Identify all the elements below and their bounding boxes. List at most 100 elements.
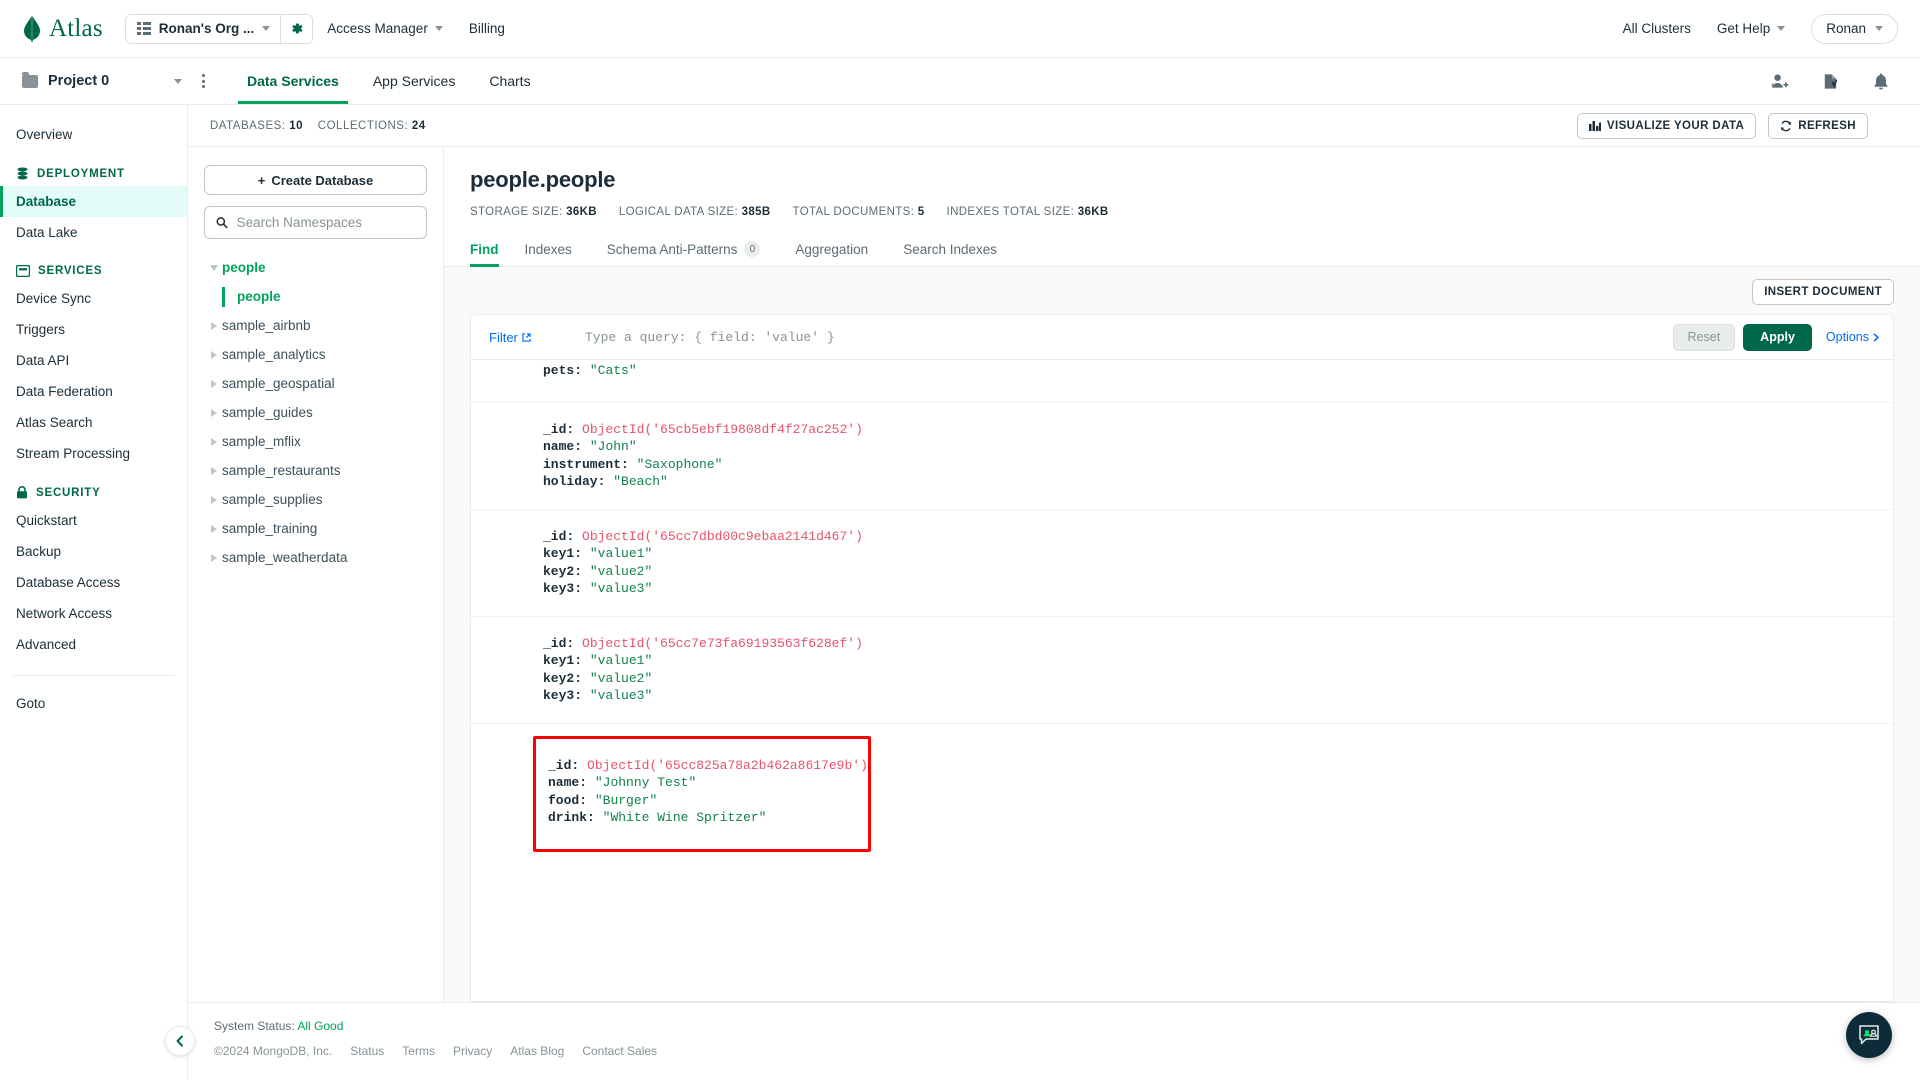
sidebar-collapse-button[interactable]	[165, 1026, 195, 1056]
tab-search-indexes[interactable]: Search Indexes	[903, 232, 1014, 266]
field-value: "John"	[589, 439, 637, 454]
filter-label-link[interactable]: Filter	[489, 330, 567, 345]
chevron-right-icon[interactable]	[206, 408, 222, 417]
nav-access-manager[interactable]: Access Manager	[327, 21, 443, 36]
field-key: key2	[543, 563, 575, 579]
tree-database-sample-analytics[interactable]: sample_analytics	[204, 340, 427, 369]
org-name-label: Ronan's Org ...	[158, 21, 255, 36]
chevron-right-icon[interactable]	[206, 437, 222, 446]
document-field: food: "Burger"	[548, 792, 658, 808]
project-header-bar: Project 0 Data Services App Services Cha…	[0, 58, 1920, 105]
tree-database-sample-restaurants[interactable]: sample_restaurants	[204, 456, 427, 485]
sidebar-item-overview[interactable]: Overview	[0, 119, 187, 150]
user-menu-button[interactable]: Ronan	[1811, 13, 1898, 44]
apply-button[interactable]: Apply	[1743, 323, 1812, 351]
org-settings-button[interactable]	[280, 14, 313, 43]
query-input[interactable]	[567, 329, 1673, 345]
project-selector[interactable]: Project 0	[22, 71, 182, 89]
nav-all-clusters[interactable]: All Clusters	[1623, 21, 1691, 36]
tab-find[interactable]: Find	[470, 232, 507, 267]
chevron-down-icon	[174, 78, 182, 84]
atlas-logo[interactable]: Atlas	[22, 15, 103, 43]
document-row-highlighted[interactable]: _id: ObjectId('65cc825a78a2b462a8617e9b'…	[533, 735, 871, 852]
sidebar-item-data-api[interactable]: Data API	[0, 345, 187, 376]
chevron-right-icon[interactable]	[206, 466, 222, 475]
database-icon	[17, 167, 28, 180]
tree-database-sample-supplies[interactable]: sample_supplies	[204, 485, 427, 514]
document-field: _id: ObjectId('65cc7dbd00c9ebaa2141d467'…	[543, 528, 863, 544]
sidebar-item-data-lake[interactable]: Data Lake	[0, 217, 187, 248]
sidebar-item-stream-processing[interactable]: Stream Processing	[0, 438, 187, 469]
chevron-right-icon[interactable]	[206, 379, 222, 388]
sidebar-item-atlas-search[interactable]: Atlas Search	[0, 407, 187, 438]
sidebar-item-goto[interactable]: Goto	[0, 688, 187, 719]
footer-link-privacy[interactable]: Privacy	[453, 1044, 492, 1058]
project-menu-button[interactable]	[190, 74, 216, 88]
tree-database-sample-training[interactable]: sample_training	[204, 514, 427, 543]
sidebar-item-advanced[interactable]: Advanced	[0, 629, 187, 660]
chevron-right-icon[interactable]	[206, 350, 222, 359]
footer-link-status[interactable]: Status	[350, 1044, 384, 1058]
visualize-data-button[interactable]: VISUALIZE YOUR DATA	[1576, 112, 1757, 139]
chat-support-button[interactable]	[1846, 1012, 1892, 1058]
tab-data-services[interactable]: Data Services	[230, 58, 356, 104]
sidebar-item-database-access[interactable]: Database Access	[0, 567, 187, 598]
tree-database-sample-mflix[interactable]: sample_mflix	[204, 427, 427, 456]
reset-button[interactable]: Reset	[1672, 323, 1736, 351]
tab-charts[interactable]: Charts	[472, 58, 547, 104]
footer-link-contact-sales[interactable]: Contact Sales	[582, 1044, 657, 1058]
field-key: _id	[543, 528, 567, 544]
org-selector-main[interactable]: Ronan's Org ...	[126, 15, 280, 43]
footer-link-atlas-blog[interactable]: Atlas Blog	[510, 1044, 564, 1058]
search-namespaces-wrapper[interactable]	[204, 206, 427, 239]
document-row[interactable]: _id: ObjectId('65cc7e73fa69193563f628ef'…	[471, 617, 1893, 724]
footer-link-terms[interactable]: Terms	[402, 1044, 435, 1058]
tab-indexes[interactable]: Indexes	[525, 232, 589, 266]
activity-feed-icon[interactable]	[1821, 72, 1840, 91]
chevron-down-icon	[1875, 26, 1883, 31]
insert-document-button[interactable]: INSERT DOCUMENT	[1752, 279, 1894, 305]
tree-database-sample-weatherdata[interactable]: sample_weatherdata	[204, 543, 427, 572]
document-row[interactable]: _id: ObjectId('65cb5ebf19808df4f27ac252'…	[471, 403, 1893, 510]
chevron-right-icon[interactable]	[206, 553, 222, 562]
invite-user-icon[interactable]	[1770, 72, 1789, 91]
org-selector[interactable]: Ronan's Org ...	[124, 13, 314, 44]
chevron-down-icon	[262, 26, 271, 31]
collection-header: people.people STORAGE SIZE: 36KB LOGICAL…	[444, 147, 1920, 218]
tree-database-sample-geospatial[interactable]: sample_geospatial	[204, 369, 427, 398]
tree-collection-people[interactable]: people	[204, 282, 427, 311]
tree-label: sample_mflix	[222, 434, 301, 449]
chevron-right-icon[interactable]	[206, 524, 222, 533]
document-field: key1: "value1"	[543, 546, 653, 561]
sidebar-item-triggers[interactable]: Triggers	[0, 314, 187, 345]
tab-app-services[interactable]: App Services	[356, 58, 472, 104]
create-database-button[interactable]: + Create Database	[204, 165, 427, 195]
tab-schema-anti-patterns[interactable]: Schema Anti-Patterns 0	[607, 232, 778, 266]
tree-label: sample_weatherdata	[222, 550, 348, 565]
sidebar-item-quickstart[interactable]: Quickstart	[0, 505, 187, 536]
tree-database-people[interactable]: people	[204, 253, 427, 282]
document-field: key3: "value3"	[543, 688, 653, 703]
tab-aggregation[interactable]: Aggregation	[795, 232, 885, 266]
chevron-down-icon[interactable]	[206, 264, 222, 271]
tree-database-sample-guides[interactable]: sample_guides	[204, 398, 427, 427]
sidebar-item-backup[interactable]: Backup	[0, 536, 187, 567]
refresh-button[interactable]: REFRESH	[1768, 112, 1868, 139]
options-toggle[interactable]: Options	[1826, 330, 1880, 344]
sidebar-item-device-sync[interactable]: Device Sync	[0, 283, 187, 314]
chevron-right-icon[interactable]	[206, 495, 222, 504]
sidebar-item-network-access[interactable]: Network Access	[0, 598, 187, 629]
sidebar-item-data-federation[interactable]: Data Federation	[0, 376, 187, 407]
document-list[interactable]: pets: "Cats" _id: ObjectId('65cb5ebf1980…	[470, 360, 1894, 1002]
search-namespaces-input[interactable]	[236, 215, 415, 230]
bell-icon[interactable]	[1872, 72, 1890, 91]
footer-links: ©2024 MongoDB, Inc. Status Terms Privacy…	[214, 1044, 1920, 1058]
document-row[interactable]: pets: "Cats"	[471, 360, 1893, 403]
nav-billing[interactable]: Billing	[469, 21, 505, 36]
sidebar-item-database[interactable]: Database	[0, 186, 187, 217]
chevron-right-icon[interactable]	[206, 321, 222, 330]
system-status-value[interactable]: All Good	[297, 1019, 343, 1033]
document-row[interactable]: _id: ObjectId('65cc7dbd00c9ebaa2141d467'…	[471, 510, 1893, 617]
tree-database-sample-airbnb[interactable]: sample_airbnb	[204, 311, 427, 340]
nav-get-help[interactable]: Get Help	[1717, 21, 1786, 36]
